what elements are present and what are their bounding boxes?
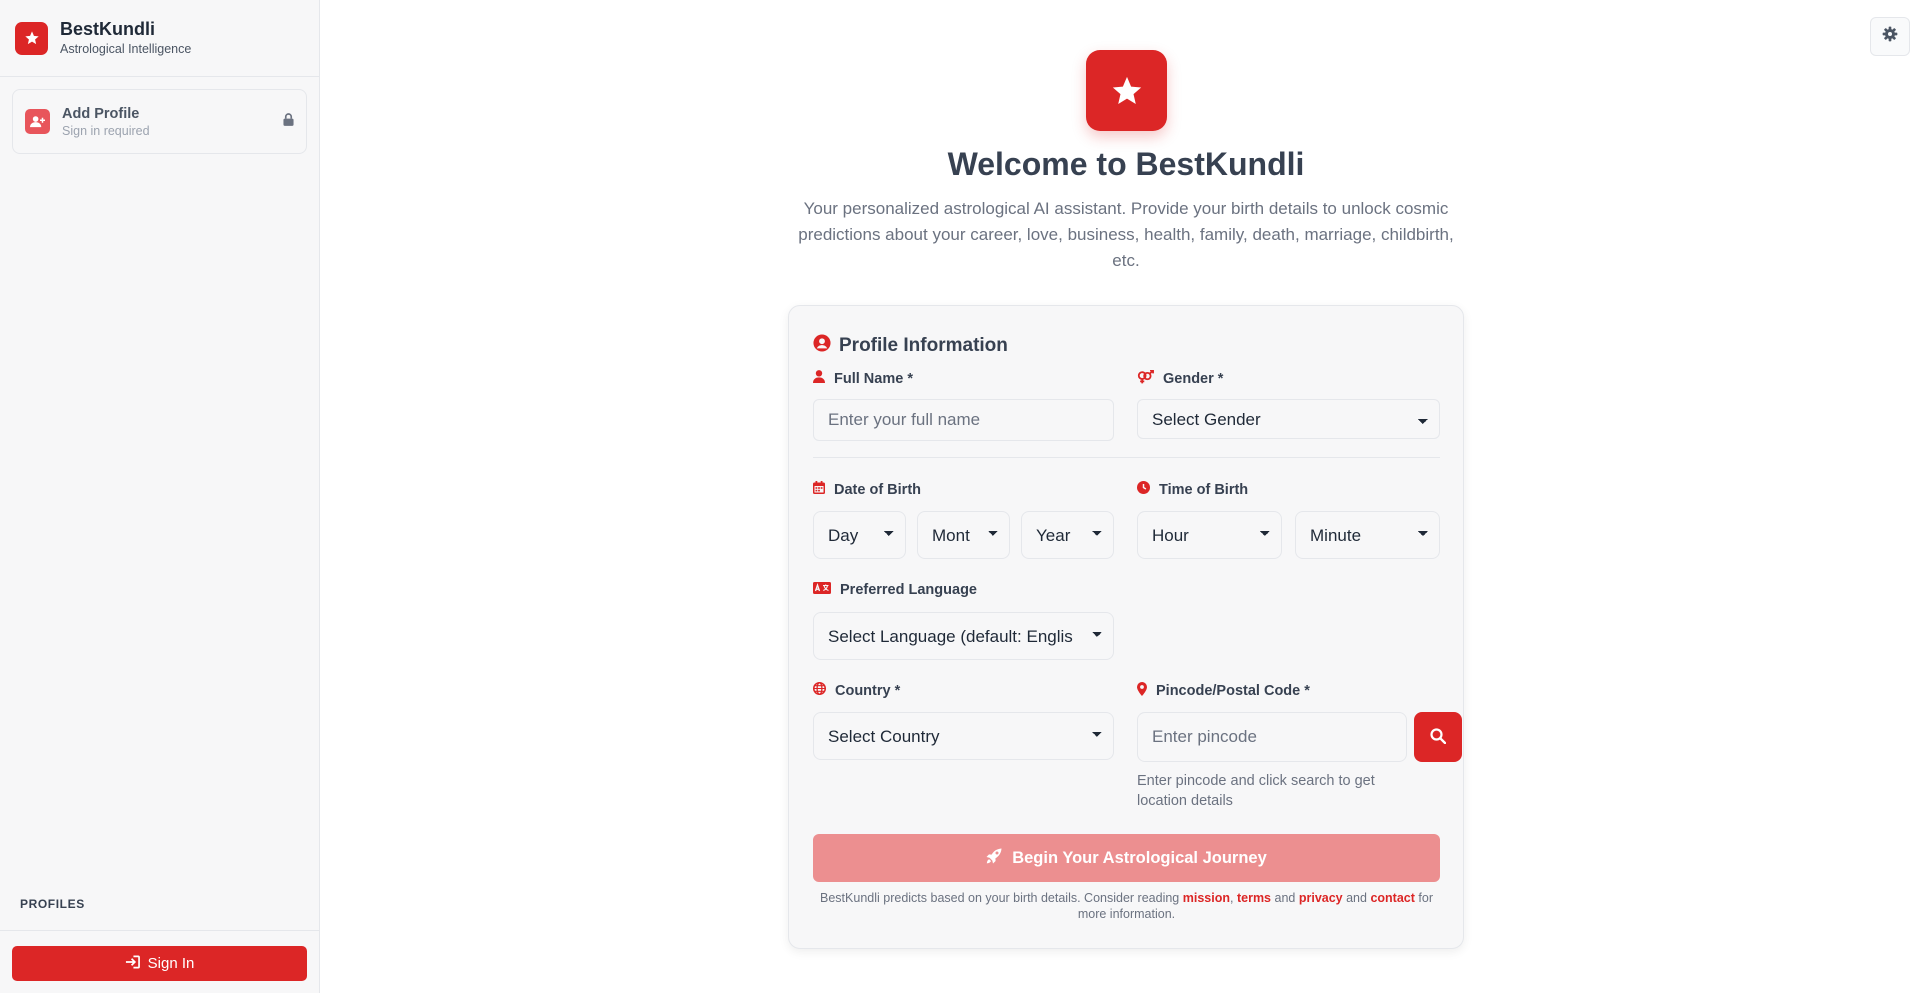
terms-link[interactable]: terms: [1237, 891, 1271, 905]
country-label-text: Country *: [835, 682, 901, 699]
full-name-label-text: Full Name *: [834, 370, 913, 387]
page-description: Your personalized astrological AI assist…: [798, 199, 1454, 270]
full-name-label: Full Name *: [813, 370, 913, 387]
country-select[interactable]: Select Country: [813, 712, 1114, 760]
time-of-birth-label: Time of Birth: [1137, 481, 1248, 498]
pincode-label: Pincode/Postal Code *: [1137, 682, 1310, 700]
tob-minute-select[interactable]: Minute: [1295, 511, 1440, 559]
date-of-birth-label-text: Date of Birth: [834, 481, 921, 498]
lock-icon: [283, 112, 294, 131]
pincode-label-text: Pincode/Postal Code *: [1156, 683, 1310, 699]
footer-and-2: and: [1346, 891, 1367, 905]
date-of-birth-label: Date of Birth: [813, 481, 921, 498]
footer-prefix: BestKundli predicts based on your birth …: [820, 891, 1180, 905]
profiles-section-label: PROFILES: [20, 897, 85, 911]
gear-icon: [1882, 26, 1898, 47]
privacy-link[interactable]: privacy: [1299, 891, 1343, 905]
venus-mars-icon: [1137, 369, 1154, 388]
language-select[interactable]: Select Language (default: Englis: [813, 612, 1114, 660]
gender-label-text: Gender *: [1163, 371, 1224, 387]
country-label: Country *: [813, 682, 900, 699]
brand-name: BestKundli: [60, 19, 156, 39]
time-of-birth-label-text: Time of Birth: [1159, 481, 1249, 498]
preferred-language-label-text: Preferred Language: [840, 582, 977, 598]
gender-label: Gender *: [1137, 369, 1224, 388]
user-circle-icon: [813, 334, 831, 358]
footer-note: BestKundli predicts based on your birth …: [813, 890, 1440, 922]
gender-select[interactable]: Select Gender: [1137, 399, 1440, 439]
mission-link[interactable]: mission: [1183, 891, 1230, 905]
add-profile-button[interactable]: Add Profile Sign in required: [12, 89, 307, 154]
form-divider: [813, 457, 1440, 458]
footer-and-1: and: [1274, 891, 1296, 905]
tob-hour-select[interactable]: Hour: [1137, 511, 1282, 559]
sign-in-footer: Sign In: [0, 930, 320, 993]
dob-month-select[interactable]: Mont: [917, 511, 1010, 559]
sidebar: BestKundli Astrological Intelligence Add…: [0, 0, 320, 993]
map-pin-icon: [1137, 682, 1147, 700]
profile-form-card: Profile Information Full Name * Gender *…: [788, 305, 1464, 949]
add-profile-title: Add Profile: [62, 105, 140, 122]
begin-journey-label: Begin Your Astrological Journey: [1012, 848, 1267, 867]
brand-header: BestKundli Astrological Intelligence: [0, 0, 319, 77]
page-title: Welcome to BestKundli: [947, 146, 1305, 182]
search-icon: [1430, 727, 1447, 747]
brand-subtitle: Astrological Intelligence: [60, 42, 192, 56]
sign-in-button[interactable]: Sign In: [12, 946, 307, 981]
globe-icon: [813, 682, 826, 699]
pincode-search-button[interactable]: [1414, 712, 1462, 762]
preferred-language-label: Preferred Language: [813, 582, 977, 598]
settings-button[interactable]: [1870, 17, 1910, 56]
star-icon: [1086, 50, 1167, 131]
footer-comma: ,: [1230, 891, 1234, 905]
star-icon: [15, 21, 48, 55]
dob-year-select[interactable]: Year: [1021, 511, 1114, 559]
sign-in-icon: [125, 955, 140, 973]
user-plus-icon: [25, 109, 50, 134]
full-name-input[interactable]: [813, 399, 1114, 441]
clock-icon: [1137, 481, 1150, 498]
language-icon: [813, 582, 831, 598]
profile-form-title-text: Profile Information: [839, 335, 1008, 356]
rocket-icon: [986, 848, 1002, 869]
dob-day-select[interactable]: Day: [813, 511, 906, 559]
begin-journey-button[interactable]: Begin Your Astrological Journey: [813, 834, 1440, 882]
calendar-icon: [813, 481, 825, 498]
pincode-hint: Enter pincode and click search to get lo…: [1137, 773, 1375, 809]
sign-in-label: Sign In: [147, 955, 195, 972]
user-icon: [813, 370, 825, 387]
add-profile-subtitle: Sign in required: [62, 123, 150, 138]
pincode-input[interactable]: [1137, 712, 1407, 762]
contact-link[interactable]: contact: [1370, 891, 1414, 905]
profile-form-title: Profile Information: [813, 334, 1008, 358]
